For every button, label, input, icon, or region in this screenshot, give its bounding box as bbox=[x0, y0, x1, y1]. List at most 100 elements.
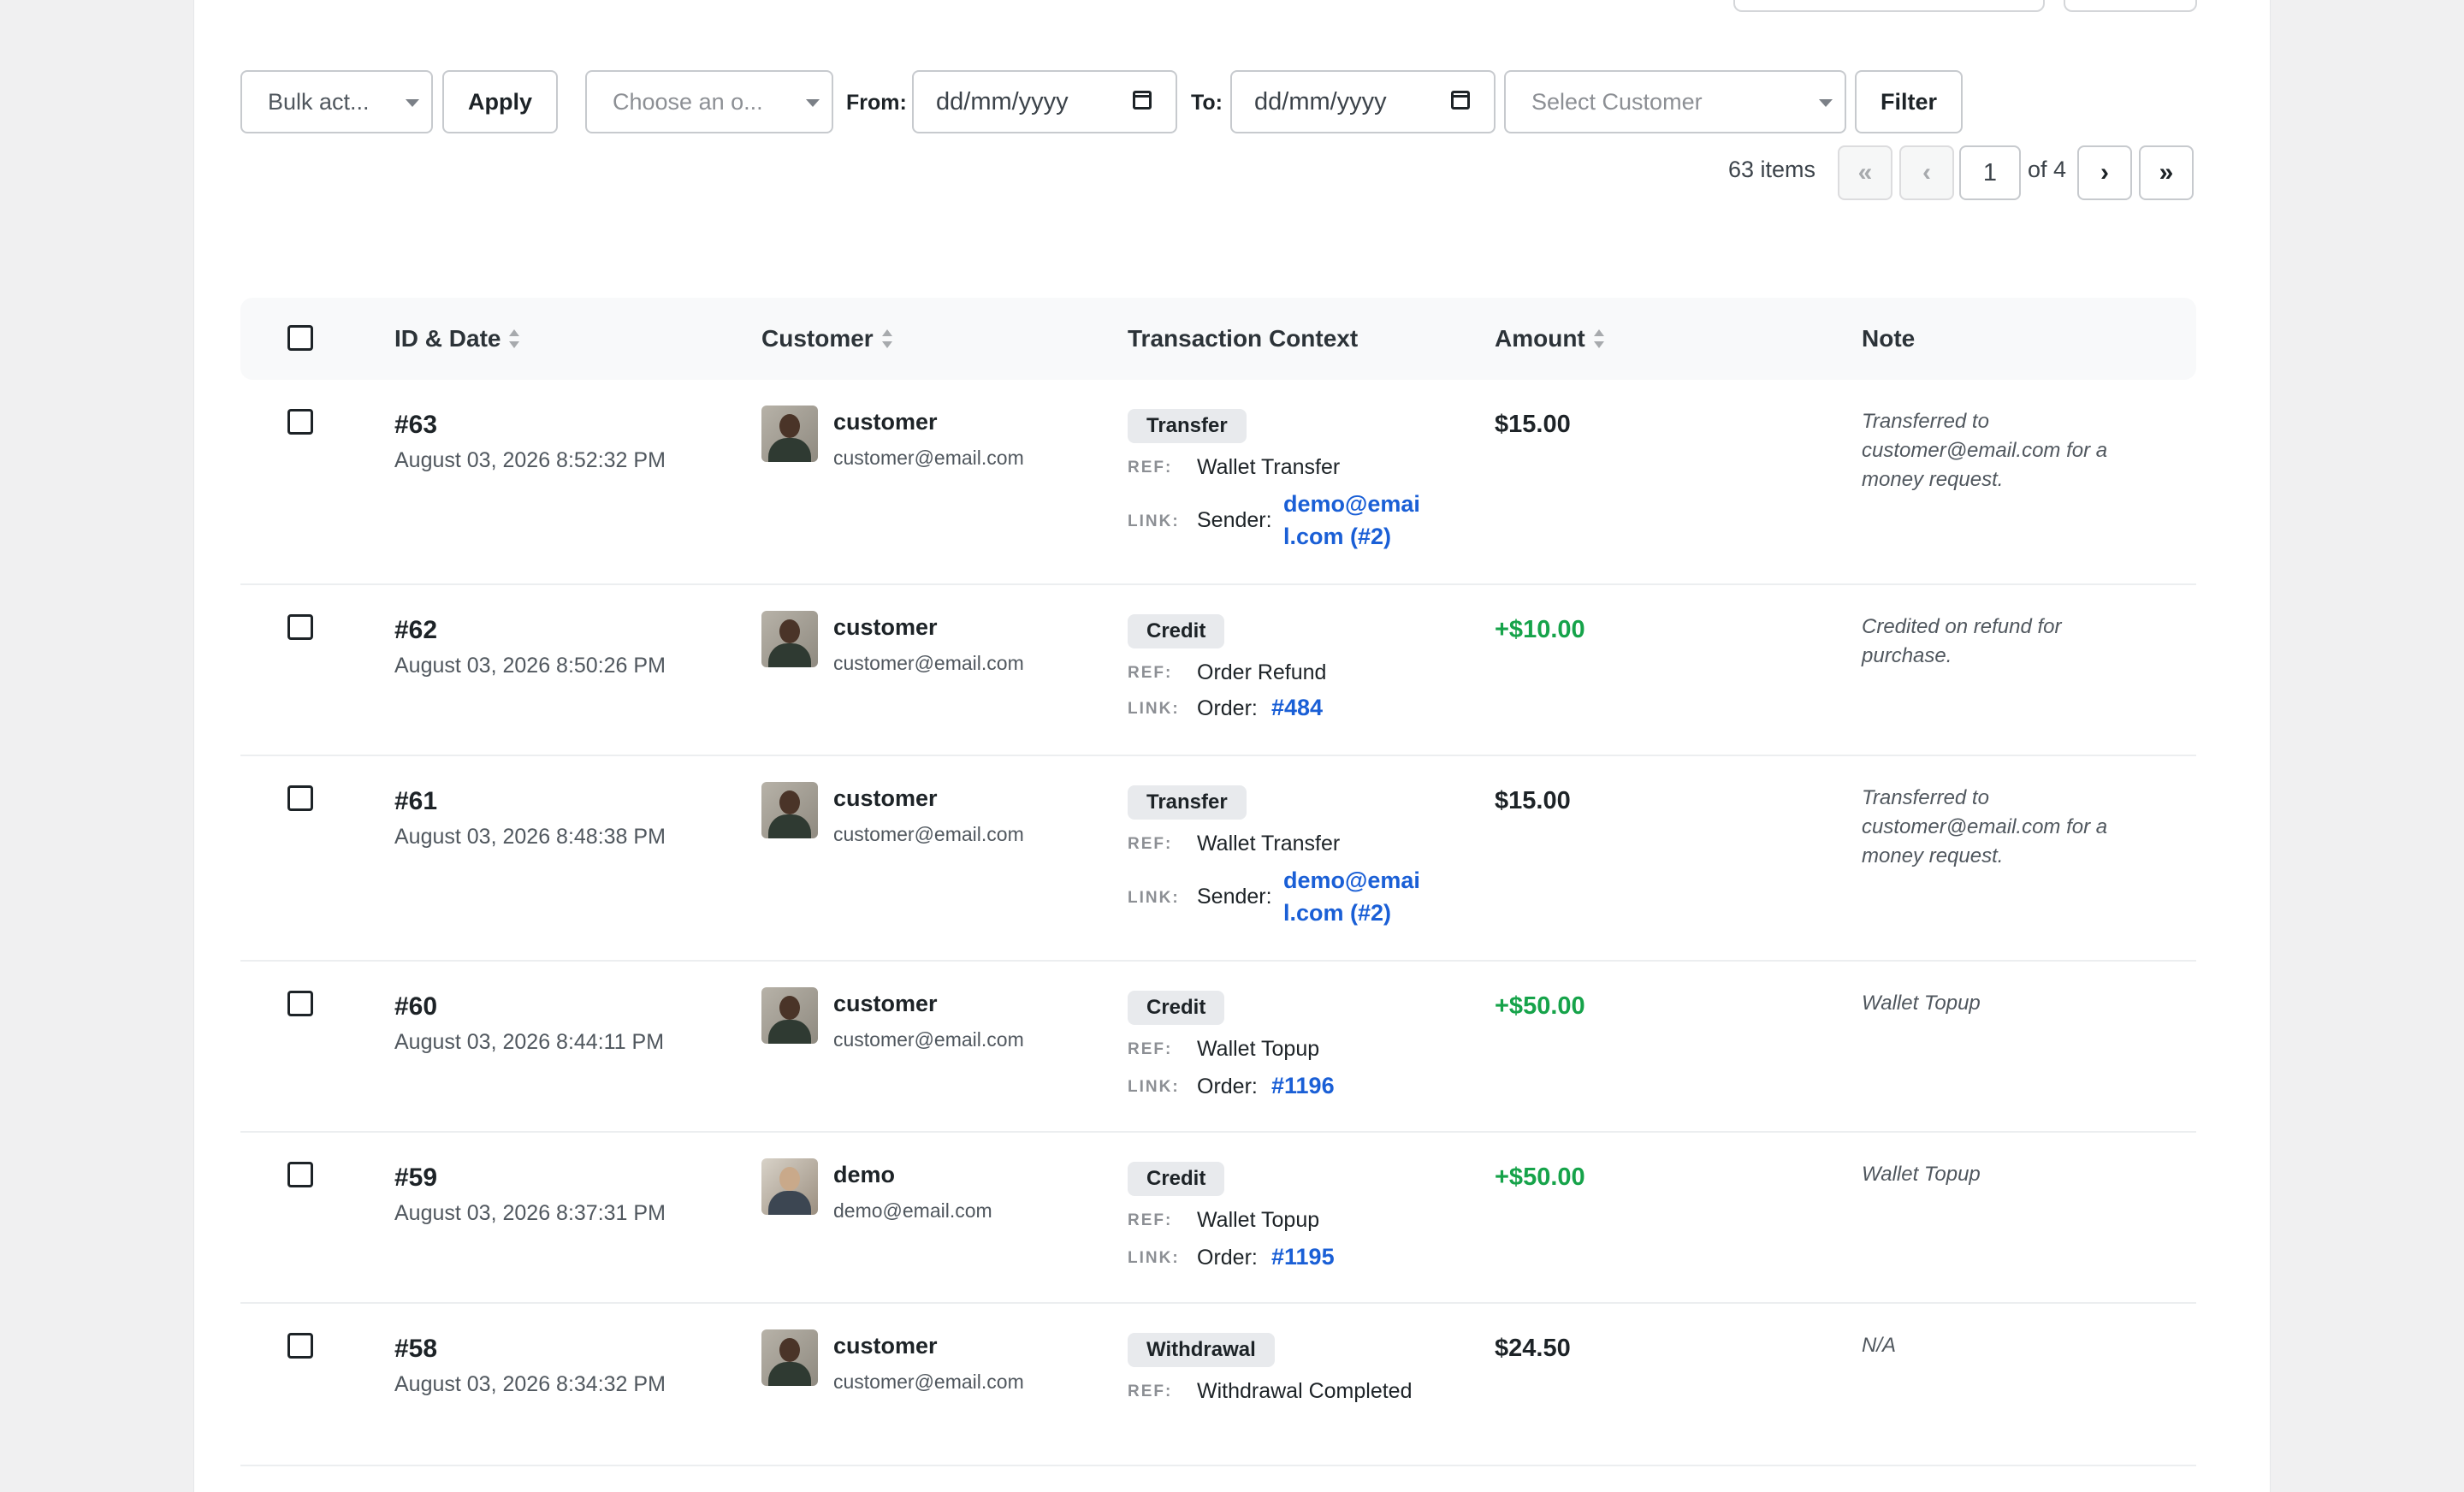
prev-page-button[interactable]: ‹ bbox=[1899, 145, 1954, 200]
customer-email: customer@email.com bbox=[833, 1028, 1024, 1051]
select-all-checkbox[interactable] bbox=[287, 325, 313, 351]
column-customer-label: Customer bbox=[761, 325, 874, 352]
transaction-id[interactable]: #60 bbox=[394, 992, 437, 1021]
amount-value: $24.50 bbox=[1495, 1335, 1571, 1362]
transaction-id[interactable]: #61 bbox=[394, 787, 437, 816]
chevron-down-icon bbox=[1819, 99, 1833, 107]
next-page-button[interactable]: › bbox=[2077, 145, 2132, 200]
sort-icon bbox=[509, 329, 520, 348]
column-id-date-label: ID & Date bbox=[394, 325, 501, 352]
column-id-date[interactable]: ID & Date bbox=[394, 325, 520, 352]
transaction-id[interactable]: #58 bbox=[394, 1335, 437, 1364]
order-link[interactable]: #1195 bbox=[1271, 1240, 1335, 1273]
customer-select-value: Select Customer bbox=[1531, 88, 1703, 115]
customer-name[interactable]: customer bbox=[833, 991, 938, 1017]
top-control-stub[interactable] bbox=[2064, 0, 2197, 12]
sender-link[interactable]: demo@emai bbox=[1283, 488, 1420, 520]
row-checkbox[interactable] bbox=[287, 1333, 313, 1359]
ref-value: Wallet Topup bbox=[1197, 1037, 1320, 1061]
column-amount[interactable]: Amount bbox=[1495, 325, 1604, 352]
transaction-date: August 03, 2026 8:50:26 PM bbox=[394, 654, 666, 678]
table-row: #60 August 03, 2026 8:44:11 PM customer … bbox=[240, 962, 2196, 1133]
amount-value: +$50.00 bbox=[1495, 992, 1585, 1020]
top-control-stub[interactable] bbox=[1733, 0, 2045, 12]
sender-link[interactable]: demo@emai bbox=[1283, 864, 1420, 897]
avatar bbox=[761, 1329, 818, 1386]
last-page-button[interactable]: » bbox=[2139, 145, 2194, 200]
avatar bbox=[761, 611, 818, 667]
link-prefix: Sender: bbox=[1197, 885, 1272, 909]
customer-name[interactable]: customer bbox=[833, 409, 938, 435]
transaction-id[interactable]: #62 bbox=[394, 616, 437, 645]
customer-email: demo@email.com bbox=[833, 1199, 992, 1222]
filter-button[interactable]: Filter bbox=[1855, 70, 1963, 133]
calendar-icon[interactable] bbox=[1133, 91, 1152, 110]
row-checkbox[interactable] bbox=[287, 409, 313, 435]
link-label: LINK: bbox=[1128, 1249, 1180, 1267]
transaction-type-badge: Credit bbox=[1128, 614, 1225, 648]
ref-label: REF: bbox=[1128, 1040, 1173, 1058]
transaction-type-badge: Transfer bbox=[1128, 409, 1247, 443]
amount-value: +$10.00 bbox=[1495, 616, 1585, 643]
link-prefix: Order: bbox=[1197, 1075, 1258, 1098]
column-transaction-context: Transaction Context bbox=[1128, 325, 1358, 352]
row-checkbox[interactable] bbox=[287, 785, 313, 811]
column-context-label: Transaction Context bbox=[1128, 325, 1359, 352]
customer-name[interactable]: customer bbox=[833, 614, 938, 641]
to-label: To: bbox=[1191, 91, 1223, 115]
row-checkbox[interactable] bbox=[287, 991, 313, 1016]
calendar-icon[interactable] bbox=[1451, 91, 1470, 110]
from-date-input[interactable]: dd/mm/yyyy bbox=[912, 70, 1177, 133]
ref-value: Withdrawal Completed bbox=[1197, 1379, 1413, 1403]
ref-value: Wallet Transfer bbox=[1197, 832, 1341, 856]
sender-link[interactable]: l.com (#2) bbox=[1283, 520, 1391, 553]
link-prefix: Order: bbox=[1197, 696, 1258, 720]
first-page-button[interactable]: « bbox=[1838, 145, 1892, 200]
bulk-action-select[interactable]: Bulk act... bbox=[240, 70, 433, 133]
to-date-placeholder: dd/mm/yyyy bbox=[1254, 87, 1387, 115]
table-row: #63 August 03, 2026 8:52:32 PM customer … bbox=[240, 380, 2196, 585]
customer-email: customer@email.com bbox=[833, 652, 1024, 674]
order-link[interactable]: #1196 bbox=[1271, 1069, 1335, 1102]
link-prefix: Order: bbox=[1197, 1246, 1258, 1270]
transaction-id[interactable]: #59 bbox=[394, 1163, 437, 1193]
ref-value: Wallet Topup bbox=[1197, 1208, 1320, 1232]
table-row: #61 August 03, 2026 8:48:38 PM customer … bbox=[240, 756, 2196, 962]
to-date-input[interactable]: dd/mm/yyyy bbox=[1230, 70, 1496, 133]
customer-email: customer@email.com bbox=[833, 1371, 1024, 1393]
table-row: #62 August 03, 2026 8:50:26 PM customer … bbox=[240, 585, 2196, 756]
transaction-date: August 03, 2026 8:52:32 PM bbox=[394, 448, 666, 472]
transaction-note: Transferred to customer@email.com for a … bbox=[1862, 410, 2108, 491]
link-prefix: Sender: bbox=[1197, 508, 1272, 532]
transaction-note: Wallet Topup bbox=[1862, 992, 1981, 1015]
current-page-input[interactable]: 1 bbox=[1959, 145, 2021, 200]
transaction-id[interactable]: #63 bbox=[394, 411, 437, 440]
from-label: From: bbox=[846, 91, 907, 115]
apply-button[interactable]: Apply bbox=[442, 70, 558, 133]
transaction-type-select[interactable]: Choose an o... bbox=[585, 70, 833, 133]
customer-name[interactable]: customer bbox=[833, 1333, 938, 1359]
transaction-type-badge: Transfer bbox=[1128, 785, 1247, 820]
sender-link[interactable]: l.com (#2) bbox=[1283, 897, 1391, 929]
column-note-label: Note bbox=[1862, 325, 1916, 352]
avatar bbox=[761, 782, 818, 838]
avatar bbox=[761, 1158, 818, 1215]
sort-icon bbox=[1593, 329, 1604, 348]
transaction-note: Transferred to customer@email.com for a … bbox=[1862, 786, 2108, 867]
customer-name[interactable]: demo bbox=[833, 1162, 895, 1188]
link-label: LINK: bbox=[1128, 1078, 1180, 1096]
customer-select[interactable]: Select Customer bbox=[1504, 70, 1846, 133]
ref-label: REF: bbox=[1128, 664, 1173, 682]
customer-name[interactable]: customer bbox=[833, 785, 938, 812]
order-link[interactable]: #484 bbox=[1271, 691, 1323, 724]
transaction-type-badge: Credit bbox=[1128, 1162, 1225, 1196]
column-customer[interactable]: Customer bbox=[761, 325, 892, 352]
row-checkbox[interactable] bbox=[287, 1162, 313, 1187]
link-label: LINK: bbox=[1128, 512, 1180, 530]
row-checkbox[interactable] bbox=[287, 614, 313, 640]
transaction-type-badge: Withdrawal bbox=[1128, 1333, 1275, 1367]
bulk-action-value: Bulk act... bbox=[268, 88, 370, 115]
ref-label: REF: bbox=[1128, 835, 1173, 853]
transaction-type-value: Choose an o... bbox=[613, 88, 763, 115]
column-note: Note bbox=[1862, 325, 1915, 352]
